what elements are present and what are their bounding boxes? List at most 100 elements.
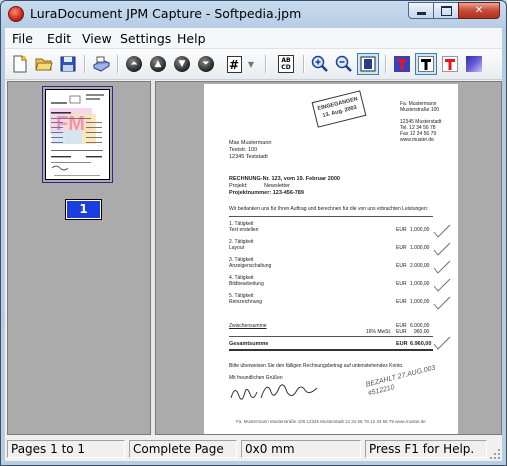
vat-currency: EUR — [396, 329, 407, 335]
total-label: Gesamtsumme — [229, 341, 269, 347]
recipient-address: Max Mustermann Teststr. 100 12345 Testst… — [229, 140, 272, 160]
total-double-line — [229, 349, 433, 351]
page-thumbnail[interactable]: FM — [45, 89, 110, 180]
save-icon — [60, 56, 76, 72]
item-description: Layout — [229, 245, 245, 251]
zoom-in-icon — [311, 55, 328, 72]
fit-page-button[interactable] — [357, 53, 379, 75]
project-value: Newsletter — [264, 183, 290, 189]
menu-settings[interactable]: Settings — [120, 31, 171, 46]
scan-button[interactable] — [90, 53, 112, 75]
total-currency: EUR — [396, 341, 408, 347]
closing-greeting: Mit freundlichen Grüßen — [229, 375, 283, 381]
item-description: Reinzeichnung — [229, 299, 263, 305]
minimize-icon — [416, 12, 426, 15]
window-title: LuraDocument JPM Capture - Softpedia.jpm — [30, 6, 302, 21]
item-amount: 1.000,00 — [410, 299, 430, 305]
menu-edit[interactable]: Edit — [47, 31, 71, 46]
item-currency: EUR — [396, 263, 407, 269]
client-area: File Edit View Settings Help ⏶ ▲ ▼ ⏷ # ▼… — [5, 28, 502, 461]
fit-page-icon — [360, 56, 376, 72]
thumbnail-pane[interactable]: FM 1 — [7, 81, 151, 435]
background-layer-icon — [466, 56, 482, 72]
save-button[interactable] — [57, 53, 79, 75]
total-amount: 6.960,00 — [410, 341, 432, 347]
document-view[interactable]: Fa. Mustermann Musterstraße 100 12345 Mu… — [155, 81, 502, 435]
zoom-out-icon — [335, 55, 352, 72]
last-page-button[interactable]: ⏷ — [195, 53, 217, 75]
menu-help[interactable]: Help — [177, 31, 206, 46]
item-amount: 1.000,00 — [410, 227, 430, 233]
status-bar: Pages 1 to 1 Complete Page 0x0 mm Press … — [5, 438, 502, 461]
ocr-button[interactable]: AB CD — [275, 53, 297, 75]
minimize-button[interactable] — [408, 2, 434, 19]
mask-layer-button[interactable] — [391, 53, 413, 75]
page-thumbnail-image: FM — [46, 90, 109, 179]
zoom-out-button[interactable] — [333, 53, 355, 75]
next-page-button[interactable]: ▼ — [171, 53, 193, 75]
status-pages: Pages 1 to 1 — [7, 440, 125, 458]
text-layer-red-button[interactable] — [439, 53, 461, 75]
close-button[interactable]: ✕ — [458, 2, 500, 19]
first-page-button[interactable]: ⏶ — [123, 53, 145, 75]
background-layer-button[interactable] — [463, 53, 485, 75]
total-separator — [229, 336, 433, 337]
last-page-icon: ⏷ — [198, 56, 214, 72]
page-number-badge[interactable]: 1 — [65, 199, 102, 220]
item-currency: EUR — [396, 299, 407, 305]
caption-buttons: ✕ — [408, 2, 500, 19]
separator-line — [229, 216, 433, 217]
close-icon: ✕ — [474, 5, 484, 16]
item-currency: EUR — [396, 245, 407, 251]
maximize-button[interactable] — [433, 2, 459, 19]
page-footer: Fa. Mustermann Musterstraße 100 12345 Mu… — [236, 419, 426, 424]
received-stamp: EINGEGANGEN 13. Aug. 2003 — [311, 90, 367, 128]
maximize-icon — [440, 5, 452, 16]
item-amount: 2.000,00 — [410, 263, 430, 269]
dropdown-arrow-icon: ▼ — [247, 59, 255, 69]
title-bar[interactable]: LuraDocument JPM Capture - Softpedia.jpm… — [1, 1, 506, 27]
vat-label: 16% MwSt. — [366, 329, 392, 335]
first-page-icon: ⏶ — [126, 56, 142, 72]
document-page: Fa. Mustermann Musterstraße 100 12345 Mu… — [204, 84, 458, 434]
vat-amount: 960,00 — [414, 329, 430, 335]
status-help: Press F1 for Help. — [365, 440, 487, 458]
item-description: Text erstellen — [229, 227, 259, 233]
text-layer-red-icon — [442, 56, 458, 72]
text-layer-black-icon — [418, 56, 434, 72]
scan-icon — [92, 56, 110, 72]
status-size: 0x0 mm — [241, 440, 361, 458]
subtotal-label: Zwischensumme — [229, 323, 267, 329]
toolbar: ⏶ ▲ ▼ ⏷ # ▼ AB CD — [5, 49, 502, 80]
item-amount: 1.000,00 — [410, 281, 430, 287]
new-button[interactable] — [9, 53, 31, 75]
app-icon[interactable] — [8, 6, 24, 22]
item-currency: EUR — [396, 281, 407, 287]
item-description: Anzeigenschaltung — [229, 263, 272, 269]
svg-text:FM: FM — [56, 113, 85, 135]
project-number: Projektnummer: 123-456-789 — [229, 190, 304, 196]
item-description: Bildbearbeitung — [229, 281, 264, 287]
resize-grip-icon[interactable] — [489, 448, 501, 460]
application-window: LuraDocument JPM Capture - Softpedia.jpm… — [0, 0, 507, 466]
open-button[interactable] — [33, 53, 55, 75]
go-to-page-button[interactable]: # — [223, 53, 245, 75]
ocr-text-icon: AB CD — [278, 55, 294, 73]
previous-page-button[interactable]: ▲ — [147, 53, 169, 75]
invoice-intro: Wir bedanken uns für Ihren Auftrag und b… — [229, 206, 429, 212]
menu-file[interactable]: File — [12, 31, 33, 46]
signature-image — [230, 384, 318, 400]
menu-view[interactable]: View — [82, 31, 112, 46]
previous-page-icon: ▲ — [150, 56, 166, 72]
text-layer-black-button[interactable] — [415, 53, 437, 75]
zoom-in-button[interactable] — [309, 53, 331, 75]
next-page-icon: ▼ — [174, 56, 190, 72]
item-amount: 1.000,00 — [410, 245, 430, 251]
project-label: Projekt: — [229, 183, 248, 189]
sender-address: Fa. Mustermann Musterstraße 100 12345 Mu… — [400, 101, 442, 143]
status-mode: Complete Page — [129, 440, 237, 458]
open-folder-icon — [35, 58, 53, 71]
payment-note: Bitte überweisen Sie den fälligen Rechnu… — [229, 363, 404, 369]
go-to-page-dropdown[interactable]: ▼ — [245, 53, 257, 75]
mask-layer-icon — [394, 56, 410, 72]
